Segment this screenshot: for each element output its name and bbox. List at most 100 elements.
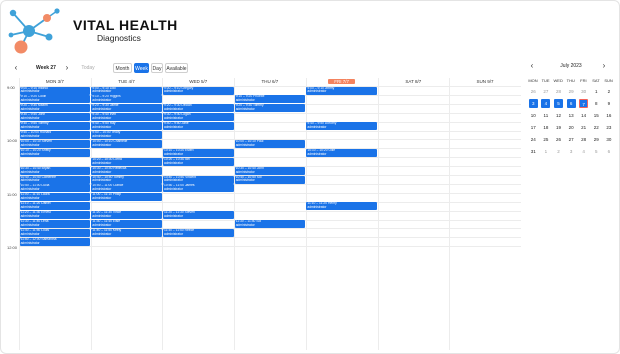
mini-day-cell[interactable]: 5 xyxy=(554,99,563,108)
mini-day-cell[interactable]: 24 xyxy=(529,135,538,144)
mini-day-cell[interactable]: 13 xyxy=(567,111,576,120)
mini-day-cell[interactable]: 6 xyxy=(566,99,576,108)
appointment-event[interactable]: 9:00 – 9:10 Gregory administrator xyxy=(163,86,234,95)
mini-day-cell[interactable]: 30 xyxy=(604,135,613,144)
mini-day-cell[interactable]: 3 xyxy=(528,99,538,108)
view-available-button[interactable]: Available xyxy=(165,63,188,73)
appointment-event[interactable]: 10:30 – 10:40 John administrator xyxy=(234,166,306,175)
appointment-event[interactable]: 11:20 – 11:30 Ernest administrator xyxy=(19,211,91,220)
mini-day-cell[interactable]: 21 xyxy=(579,123,588,132)
mini-day-cell[interactable]: 27 xyxy=(567,135,576,144)
appointment-event[interactable]: 9:00 – 9:10 Jimmy administrator xyxy=(306,86,377,95)
mini-day-cell[interactable]: 7 xyxy=(579,99,589,108)
appointment-event[interactable]: 10:00 – 10:10 Steven administrator xyxy=(19,139,91,148)
appointment-event[interactable]: 11:40 – 11:50 Keely administrator xyxy=(91,228,162,237)
appointment-event[interactable]: 9:10 – 9:20 Collin administrator xyxy=(19,95,91,104)
mini-day-cell[interactable]: 27 xyxy=(541,87,550,96)
mini-day-cell[interactable]: 29 xyxy=(567,87,576,96)
appointment-event[interactable]: 11:00 – 11:10 Philip administrator xyxy=(91,193,162,202)
appointment-event[interactable]: 9:20 – 9:30 Maxim administrator xyxy=(19,104,91,113)
appointment-event[interactable]: 10:10 – 10:20 Ollie administrator xyxy=(306,148,377,157)
mini-day-cell[interactable]: 28 xyxy=(579,135,588,144)
appointment-event[interactable]: 10:30 – 10:40 Rebecca administrator xyxy=(91,166,162,175)
appointment-event[interactable]: 10:40 – 10:50 Vincent administrator xyxy=(163,175,234,184)
appointment-event[interactable]: 11:40 – 11:50 Louis administrator xyxy=(19,228,91,237)
mini-day-cell[interactable]: 14 xyxy=(579,111,588,120)
appointment-event[interactable]: 9:40 – 9:50 Tommy administrator xyxy=(19,122,91,131)
appointment-event[interactable]: 10:50 – 11:00 James administrator xyxy=(163,184,234,193)
appointment-event[interactable]: 9:00 – 9:10 Intonio administrator xyxy=(19,86,91,95)
day-header-1[interactable]: MON 3/7 xyxy=(19,78,91,86)
appointment-event[interactable]: 9:20 – 9:30 Jamie administrator xyxy=(91,104,162,113)
appointment-event[interactable]: 10:40 – 10:50 Catherine administrator xyxy=(19,175,91,184)
day-header-5[interactable]: FRI 7/7 xyxy=(306,78,378,86)
appointment-event[interactable]: 9:40 – 9:50 Ray administrator xyxy=(91,122,162,131)
appointment-event[interactable]: 9:50 – 10:00 Teddy administrator xyxy=(91,131,162,140)
appointment-event[interactable]: 10:30 – 10:40 Bryan administrator xyxy=(19,166,91,175)
appointment-event[interactable]: 11:20 – 11:30 Steven administrator xyxy=(163,211,234,220)
next-week-button[interactable]: › xyxy=(62,62,72,74)
mini-day-cell[interactable]: 6 xyxy=(604,147,613,156)
appointment-event[interactable]: 9:20 – 9:30 Declan administrator xyxy=(163,104,234,113)
day-header-4[interactable]: THU 6/7 xyxy=(234,78,306,86)
today-button[interactable]: Today xyxy=(79,62,97,74)
appointment-event[interactable]: 10:10 – 10:20 Shelly administrator xyxy=(19,148,91,157)
mini-day-cell[interactable]: 10 xyxy=(529,111,538,120)
view-month-button[interactable]: Month xyxy=(113,63,132,73)
mini-day-cell[interactable]: 30 xyxy=(579,87,588,96)
appointment-event[interactable]: 11:30 – 11:40 Sol administrator xyxy=(234,220,306,229)
appointment-event[interactable]: 10:20 – 10:30 Ian administrator xyxy=(163,157,234,166)
appointment-event[interactable]: 10:40 – 10:50 Tommy administrator xyxy=(91,175,162,184)
appointment-event[interactable]: 11:00 – 11:10 Laura administrator xyxy=(19,193,91,202)
appointment-event[interactable]: 9:30 – 9:40 Logan administrator xyxy=(163,113,234,122)
mini-day-cell[interactable]: 23 xyxy=(604,123,613,132)
appointment-event[interactable]: 11:10 – 11:20 Daniel administrator xyxy=(19,202,91,211)
mini-day-cell[interactable]: 2 xyxy=(554,147,563,156)
appointment-event[interactable]: 9:10 – 9:20 Phoebe administrator xyxy=(234,95,306,104)
mini-day-cell[interactable]: 5 xyxy=(592,147,601,156)
appointment-event[interactable]: 9:40 – 9:50 Jane administrator xyxy=(163,122,234,131)
appointment-event[interactable]: 11:10 – 11:20 Henry administrator xyxy=(306,202,377,211)
appointment-event[interactable]: 11:40 – 11:50 Reece administrator xyxy=(163,228,234,237)
mini-day-cell[interactable]: 11 xyxy=(541,111,550,120)
mini-day-cell[interactable]: 28 xyxy=(554,87,563,96)
appointment-event[interactable]: 10:50 – 11:00 Lucia administrator xyxy=(19,184,91,193)
appointment-event[interactable]: 9:30 – 9:40 Irvin administrator xyxy=(91,113,162,122)
mini-day-cell[interactable]: 12 xyxy=(554,111,563,120)
mini-day-cell[interactable]: 2 xyxy=(604,87,613,96)
mini-day-cell[interactable]: 19 xyxy=(554,123,563,132)
appointment-event[interactable]: 10:40 – 10:50 Sol administrator xyxy=(234,175,306,184)
appointment-event[interactable]: 9:30 – 9:40 John administrator xyxy=(19,113,91,122)
mini-day-cell[interactable]: 20 xyxy=(567,123,576,132)
appointment-event[interactable]: 10:50 – 11:00 Clarice administrator xyxy=(91,184,162,193)
appointment-event[interactable]: 9:50 – 10:00 Richard administrator xyxy=(19,131,91,140)
mini-day-cell[interactable]: 26 xyxy=(554,135,563,144)
mini-day-cell[interactable]: 9 xyxy=(604,99,613,108)
mini-day-cell[interactable]: 29 xyxy=(592,135,601,144)
mini-day-cell[interactable]: 4 xyxy=(541,99,551,108)
day-header-2[interactable]: TUE 4/7 xyxy=(91,78,163,86)
appointment-event[interactable]: 11:30 – 11:40 Lena administrator xyxy=(19,220,91,229)
mini-prev-month-button[interactable]: ‹ xyxy=(527,61,537,71)
appointment-event[interactable]: 11:50 – 12:00 Samantha administrator xyxy=(19,237,91,246)
appointment-event[interactable]: 9:20 – 9:30 Tommy administrator xyxy=(234,104,306,113)
appointment-event[interactable]: 9:40 – 9:50 Dorothy administrator xyxy=(306,122,377,131)
appointment-event[interactable]: 9:10 – 9:20 Higgins administrator xyxy=(91,95,162,104)
mini-day-cell[interactable]: 31 xyxy=(529,147,538,156)
appointment-event[interactable]: 10:20 – 10:30 Lorna administrator xyxy=(91,157,162,166)
appointment-event[interactable]: 10:10 – 10:20 Esteri administrator xyxy=(163,148,234,157)
mini-day-cell[interactable]: 16 xyxy=(604,111,613,120)
view-day-button[interactable]: Day xyxy=(151,63,163,73)
mini-day-cell[interactable]: 26 xyxy=(529,87,538,96)
mini-day-cell[interactable]: 17 xyxy=(529,123,538,132)
mini-next-month-button[interactable]: › xyxy=(599,61,609,71)
mini-day-cell[interactable]: 22 xyxy=(592,123,601,132)
mini-day-cell[interactable]: 4 xyxy=(579,147,588,156)
mini-day-cell[interactable]: 1 xyxy=(592,87,601,96)
appointment-event[interactable]: 11:20 – 11:30 Vince administrator xyxy=(91,211,162,220)
day-header-7[interactable]: SUN 9/7 xyxy=(449,78,521,86)
view-week-button[interactable]: Week xyxy=(134,63,149,73)
appointment-event[interactable]: 9:00 – 9:10 Loki administrator xyxy=(91,86,162,95)
mini-day-cell[interactable]: 8 xyxy=(592,99,601,108)
appointment-event[interactable]: 10:00 – 10:10 Chantelle administrator xyxy=(91,139,162,148)
